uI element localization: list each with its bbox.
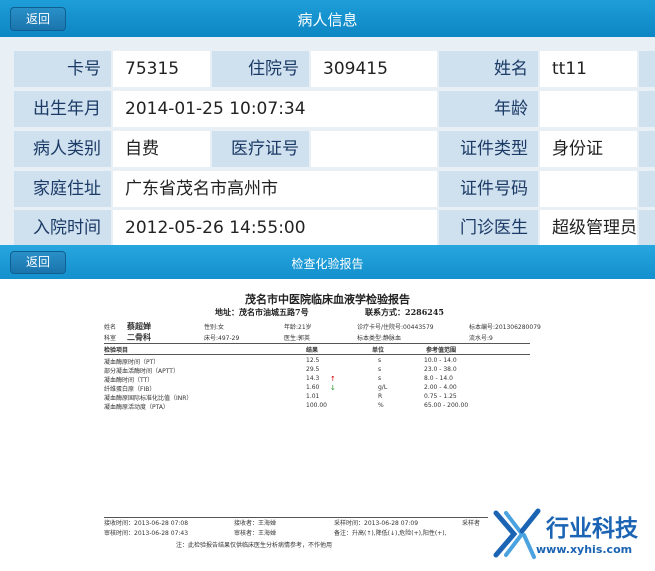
card-no-value: 75315: [113, 51, 210, 87]
table-row: 凝血酶原活动度（PTA） 100.00% 65.00 - 200.00: [0, 402, 655, 412]
row-item: 凝血酶时间（TT）: [104, 377, 154, 384]
birth-label: 出生年月: [14, 91, 111, 127]
arrow-up-icon: ↑: [330, 375, 336, 383]
doctor-label: 门诊医生: [439, 210, 538, 246]
row-ref: 2.00 - 4.00: [424, 384, 457, 391]
row-result: 14.3: [306, 375, 320, 382]
row-unit: g/L: [378, 384, 388, 391]
col-unit: 单位: [372, 347, 385, 354]
xy-logo-icon: [493, 508, 541, 559]
inpatient-no-label: 住院号: [212, 51, 309, 87]
report-remark: 备注：升高(↑),降低(↓),危险(+),阳性(+),: [334, 530, 447, 537]
row-result: 1.01: [306, 393, 320, 400]
category-value: 自费: [113, 131, 210, 167]
report-diag-no: 诊疗卡号/住院号:00443579: [357, 324, 434, 331]
id-no-value: [540, 171, 637, 207]
address-label: 家庭住址: [14, 171, 111, 207]
row-result: 1.60: [306, 384, 320, 391]
card-no-label: 卡号: [14, 51, 111, 87]
inpatient-no-value: 309415: [311, 51, 437, 87]
row-ref: 8.0 - 14.0: [424, 375, 453, 382]
row-ref: 65.00 - 200.00: [424, 402, 469, 409]
brand-name: 行业科技: [546, 516, 638, 542]
row-result: 100.00: [306, 402, 327, 409]
age-label: 年龄: [439, 91, 538, 127]
report-serial: 流水号:9: [469, 335, 493, 342]
row-edge: [639, 210, 655, 246]
col-ref: 参考值范围: [426, 347, 457, 354]
report-contact: 联系方式：2286245: [365, 307, 444, 317]
report-dept: 二骨科: [127, 333, 151, 342]
brand-url: www.xyhis.com: [536, 543, 633, 556]
report-bed: 床号:497-29: [204, 335, 240, 342]
doctor-value: 超级管理员: [540, 210, 637, 246]
row-edge: [639, 91, 655, 127]
section-title: 检查化验报告: [291, 257, 364, 271]
sample-time: 采样时间：2013-06-28 07:09: [334, 520, 419, 527]
report-doctor: 医生:郭英: [284, 335, 311, 342]
row-item: 纤维蛋白原（FIB）: [104, 386, 156, 393]
receiver: 接收者：王海婵: [234, 520, 277, 527]
auditor: 审核者：王海婵: [234, 530, 277, 537]
report-specimen-type: 标本类型:静脉血: [357, 335, 402, 342]
top-nav-bar: 返回 病人信息: [0, 0, 655, 37]
row-item: 凝血酶原活动度（PTA）: [104, 404, 169, 411]
col-result: 结果: [306, 347, 319, 354]
row-edge: [639, 51, 655, 87]
medical-card-value: [311, 131, 437, 167]
report-divider: [104, 354, 530, 355]
report-dept-label: 科室: [104, 335, 117, 342]
row-edge: [639, 171, 655, 207]
report-footnote: 注：此检验报告结果仅供临床医生分析病情参考，不作他用: [176, 542, 333, 549]
report-divider: [104, 343, 530, 344]
receive-time: 接收时间：2013-06-28 07:08: [104, 520, 189, 527]
row-unit: %: [378, 402, 384, 409]
report-sex: 性别:女: [204, 324, 225, 331]
row-unit: s: [378, 375, 382, 382]
arrow-down-icon: ↓: [330, 384, 336, 392]
id-no-label: 证件号码: [439, 171, 538, 207]
birth-value: 2014-01-25 10:07:34: [113, 91, 437, 127]
brand-watermark: 行业科技 www.xyhis.com: [488, 503, 655, 571]
name-label: 姓名: [439, 51, 538, 87]
medical-card-label: 医疗证号: [212, 131, 309, 167]
row-unit: R: [378, 393, 383, 400]
row-unit: s: [378, 366, 382, 373]
report-title: 茂名市中医院临床血液学检验报告: [245, 293, 410, 306]
report-specimen-no: 标本编号:201306280079: [469, 324, 541, 331]
row-ref: 23.0 - 38.0: [424, 366, 457, 373]
age-value: [540, 91, 637, 127]
admit-label: 入院时间: [14, 210, 111, 246]
admit-value: 2012-05-26 14:55:00: [113, 210, 437, 246]
name-value: tt11: [540, 51, 637, 87]
row-item: 凝血酶原国际标准化比值（INR）: [104, 395, 193, 402]
row-unit: s: [378, 357, 382, 364]
sampler: 采样者: [462, 520, 481, 527]
category-label: 病人类别: [14, 131, 111, 167]
id-type-label: 证件类型: [439, 131, 538, 167]
row-result: 12.5: [306, 357, 320, 364]
report-name-label: 姓名: [104, 324, 117, 331]
report-age: 年龄:21岁: [284, 324, 312, 331]
patient-info-panel: 卡号 75315 住院号 309415 姓名 tt11 出生年月 2014-01…: [0, 37, 655, 246]
report-address: 地址：茂名市油城五路7号: [215, 307, 309, 317]
col-item: 检验项目: [104, 347, 129, 354]
audit-time: 审核时间：2013-06-28 07:43: [104, 530, 189, 537]
id-type-value: 身份证: [540, 131, 637, 167]
row-result: 29.5: [306, 366, 320, 373]
report-name: 蔡超婵: [127, 322, 151, 331]
section-bar: 返回 检查化验报告: [0, 245, 655, 279]
row-ref: 0.75 - 1.25: [424, 393, 457, 400]
row-item: 凝血酶原时间（PT）: [104, 359, 160, 366]
row-edge: [639, 131, 655, 167]
row-ref: 10.0 - 14.0: [424, 357, 457, 364]
row-item: 部分凝血活酶时间（APTT）: [104, 368, 179, 375]
page-title: 病人信息: [297, 11, 358, 29]
address-value: 广东省茂名市高州市: [113, 171, 437, 207]
